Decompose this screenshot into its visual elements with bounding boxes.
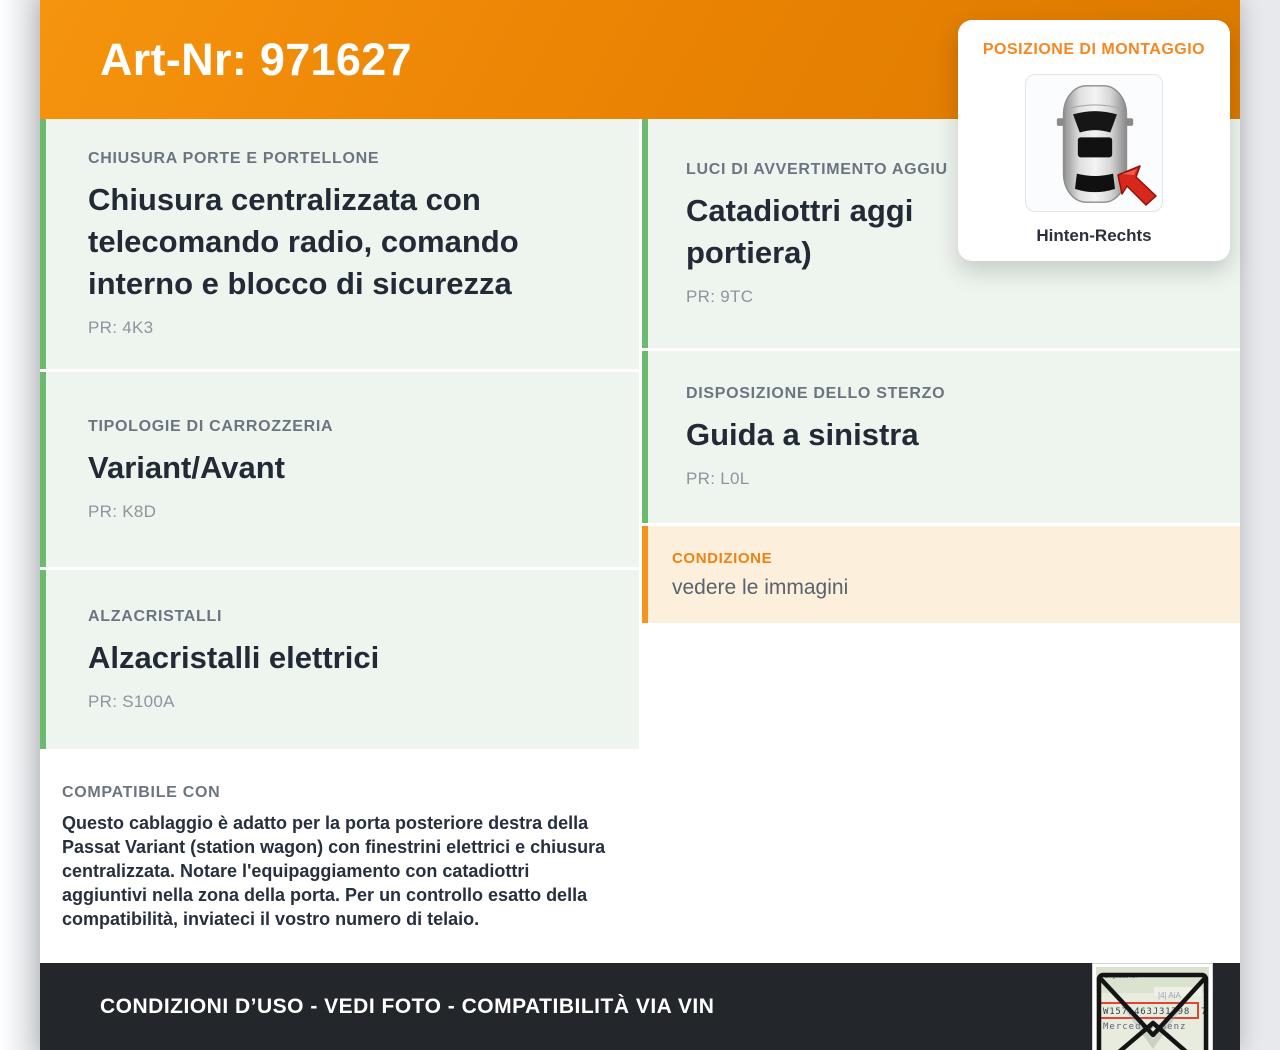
spec-card-door-locking: CHIUSURA PORTE E PORTELLONE Chiusura cen… (40, 119, 639, 369)
left-column: CHIUSURA PORTE E PORTELLONE Chiusura cen… (40, 119, 639, 963)
spec-card-window-lifters: ALZACRISTALLI Alzacristalli elettrici PR… (40, 570, 639, 749)
spec-label: DISPOSIZIONE DELLO STERZO (686, 385, 946, 402)
spec-pr-code: PR: 4K3 (88, 318, 154, 337)
spec-label: CHIUSURA PORTE E PORTELLONE (88, 150, 380, 167)
spec-label: TIPOLOGIE DI CARROZZERIA (88, 417, 334, 435)
spec-card-steering: DISPOSIZIONE DELLO STERZO Guida a sinist… (642, 351, 1240, 523)
spec-title: Guida a sinistra (686, 417, 919, 452)
spec-title: Chiusura centralizzata con telecomando r… (88, 182, 519, 301)
condition-card: CONDIZIONE vedere le immagini (642, 526, 1240, 623)
empty-white-panel (642, 626, 1240, 963)
red-arrow-icon (1117, 165, 1157, 206)
spec-card-body-type: TIPOLOGIE DI CARROZZERIA Variant/Avant P… (40, 372, 639, 567)
spec-title: Alzacristalli elettrici (88, 639, 380, 675)
spec-pr-code: PR: 9TC (686, 286, 754, 306)
spec-pr-code: PR: L0L (686, 469, 750, 488)
condition-value: vedere le immagini (672, 575, 849, 599)
vin-envelope-illustration: Fahrgestell-Nr. |4| AiA W1571463J31798 7… (1096, 967, 1209, 1050)
compatibility-label: COMPATIBILE CON (62, 784, 221, 801)
mounting-position-card: POSIZIONE DI MONTAGGIO Hinten-Rechts (958, 20, 1230, 261)
spec-pr-code: PR: K8D (88, 501, 157, 521)
compatibility-text: Questo cablaggio è adatto per la porta p… (62, 813, 606, 929)
condition-label: CONDIZIONE (672, 549, 773, 567)
footer-bar: CONDIZIONI D’USO - VEDI FOTO - COMPATIBI… (40, 963, 1240, 1050)
listing-page: Art-Nr: 971627 CHIUSURA PORTE E PORTELLO… (40, 0, 1240, 1050)
spec-label: ALZACRISTALLI (88, 607, 223, 625)
spec-title: Variant/Avant (88, 449, 285, 485)
vin-doc-stamp: |4| AiA (1158, 991, 1182, 1000)
mounting-position-name: Hinten-Rechts (1036, 226, 1152, 245)
listing-screenshot: Art-Nr: 971627 CHIUSURA PORTE E PORTELLO… (0, 0, 1280, 1050)
spec-pr-code: PR: S100A (88, 691, 175, 711)
vin-document-image: Fahrgestell-Nr. |4| AiA W1571463J31798 7… (1092, 963, 1213, 1050)
mounting-position-label: POSIZIONE DI MONTAGGIO (982, 41, 1206, 58)
footer-text: CONDIZIONI D’USO - VEDI FOTO - COMPATIBI… (100, 995, 715, 1018)
car-position-image (1025, 74, 1163, 212)
compatibility-card: COMPATIBILE CON Questo cablaggio è adatt… (40, 752, 639, 963)
